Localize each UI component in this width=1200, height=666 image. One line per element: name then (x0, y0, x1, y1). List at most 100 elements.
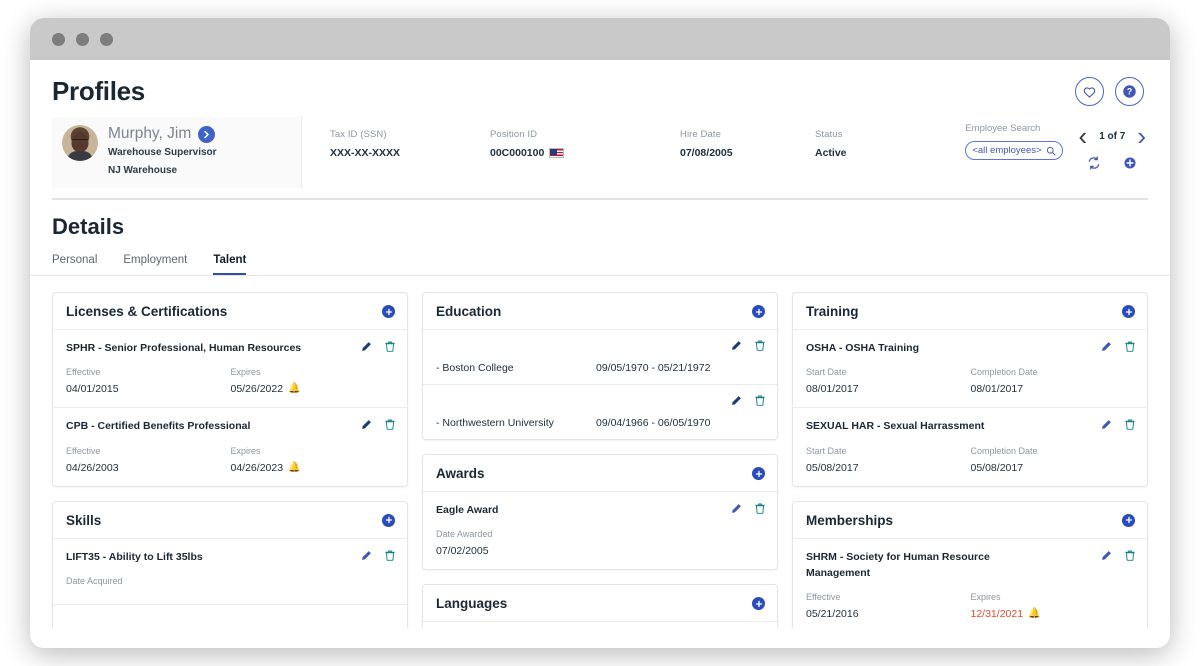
card-licenses-certifications: Licenses & Certifications SPHR - Senior … (52, 292, 408, 487)
meta-value-text: 04/01/2015 (66, 383, 119, 396)
add-skill-button[interactable] (382, 513, 395, 527)
pencil-icon[interactable] (361, 419, 372, 430)
meta-value: 04/26/2023 🔔 (231, 462, 396, 474)
field-tax-id: Tax ID (SSN) XXX-XX-XXXX (330, 129, 490, 159)
card-header: Education (423, 293, 777, 330)
column-middle: Education - Boston College 09/05/1970 - … (422, 292, 778, 628)
meta-value-text: 05/08/2017 (970, 461, 1024, 474)
app-body: Profiles ? Murphy, Jim Warehouse Supervi… (30, 60, 1170, 648)
meta-expires: Expires 05/26/2022 🔔 (231, 367, 396, 395)
plus-icon (755, 600, 762, 607)
row-actions (361, 418, 395, 431)
meta-value: 05/08/2017 (806, 462, 971, 474)
column-left: Licenses & Certifications SPHR - Senior … (52, 292, 408, 628)
tab-talent[interactable]: Talent (213, 254, 247, 275)
card-header: Licenses & Certifications (53, 293, 407, 330)
meta-label: Start Date (806, 367, 847, 378)
add-language-button[interactable] (752, 597, 765, 611)
window-maximize-dot[interactable] (100, 32, 113, 46)
employee-identity: Murphy, Jim Warehouse Supervisor NJ Ware… (108, 125, 217, 178)
meta-value-text: 04/26/2003 (66, 461, 119, 474)
pencil-icon[interactable] (1101, 419, 1112, 430)
meta-label: Completion Date (970, 445, 1038, 456)
pager-next-button[interactable]: › (1137, 123, 1146, 149)
meta-label: Effective (806, 592, 841, 603)
meta-value: 04/01/2015 (66, 383, 231, 395)
add-membership-button[interactable] (1122, 513, 1135, 527)
pencil-icon[interactable] (361, 341, 372, 352)
help-button[interactable]: ? (1115, 77, 1144, 106)
trash-icon[interactable] (755, 395, 765, 406)
add-award-button[interactable] (752, 467, 765, 480)
tab-employment[interactable]: Employment (123, 254, 187, 275)
field-hire-date: Hire Date 07/08/2005 (680, 129, 815, 159)
card-title: Licenses & Certifications (66, 304, 228, 319)
pencil-icon[interactable] (731, 503, 742, 514)
card-header: Languages (423, 585, 777, 623)
meta-label: Expires (230, 445, 261, 456)
bell-icon: 🔔 (1028, 608, 1041, 620)
pencil-icon[interactable] (361, 550, 372, 561)
employee-pager: ‹ 1 of 7 › (1079, 123, 1146, 170)
table-row: SHRM - Society for Human Resource Manage… (793, 539, 1147, 628)
meta-value-text: 12/31/2021 (970, 608, 1024, 621)
trash-icon[interactable] (755, 503, 765, 514)
avatar (62, 125, 98, 161)
card-header: Awards (423, 455, 777, 492)
trash-icon[interactable] (755, 340, 765, 351)
meta-label: Effective (66, 445, 101, 456)
us-flag-icon (549, 148, 565, 158)
meta-effective: Effective 04/01/2015 (66, 367, 231, 395)
app-window: Profiles ? Murphy, Jim Warehouse Supervi… (30, 18, 1170, 648)
table-row (423, 622, 777, 628)
meta-value: 12/31/2021 🔔 (971, 608, 1136, 620)
trash-icon[interactable] (1125, 550, 1135, 561)
pager-secondary-actions (1087, 156, 1137, 170)
meta-value: 05/26/2022 🔔 (231, 383, 396, 395)
add-circle-icon[interactable] (1123, 156, 1137, 170)
bell-icon: 🔔 (288, 383, 301, 395)
pencil-icon[interactable] (1101, 341, 1112, 352)
add-license-button[interactable] (382, 305, 395, 318)
pencil-icon[interactable] (731, 395, 742, 406)
heart-icon (1083, 86, 1096, 98)
help-icon: ? (1123, 85, 1136, 98)
trash-icon[interactable] (1125, 341, 1135, 352)
window-minimize-dot[interactable] (76, 32, 89, 46)
trash-icon[interactable] (385, 419, 395, 431)
search-input[interactable]: <all employees> (965, 141, 1063, 160)
trash-icon[interactable] (1125, 419, 1135, 431)
plus-icon (385, 308, 392, 315)
employee-card[interactable]: Murphy, Jim Warehouse Supervisor NJ Ware… (52, 117, 302, 188)
field-value: 00C000100 (490, 147, 680, 159)
svg-text:?: ? (1127, 87, 1132, 97)
meta-value: 07/02/2005 (436, 545, 601, 557)
add-training-button[interactable] (1122, 305, 1135, 318)
table-row: SEXUAL HAR - Sexual Harrassment Start Da… (793, 408, 1147, 485)
field-status: Status Active (815, 129, 945, 159)
trash-icon[interactable] (385, 341, 395, 352)
employee-location: NJ Warehouse (108, 164, 178, 176)
tab-personal[interactable]: Personal (52, 254, 97, 275)
employee-open-button[interactable] (198, 125, 216, 143)
pager-count: 1 of 7 (1099, 130, 1126, 142)
pencil-icon[interactable] (731, 340, 742, 351)
row-actions (1101, 549, 1135, 561)
table-row: CPB - Certified Benefits Professional Ef… (53, 408, 407, 485)
add-education-button[interactable] (752, 305, 765, 318)
meta-value-text: 08/01/2017 (806, 383, 859, 396)
trash-icon[interactable] (385, 550, 395, 561)
favorite-button[interactable] (1075, 77, 1104, 106)
employee-name: Murphy, Jim (108, 125, 192, 142)
row-meta: Date Acquired (66, 576, 395, 592)
meta-value-text: 05/08/2017 (806, 461, 859, 474)
field-position-id: Position ID 00C000100 (490, 129, 680, 159)
refresh-icon[interactable] (1087, 156, 1101, 170)
pager-prev-button[interactable]: ‹ (1079, 123, 1088, 149)
window-titlebar (30, 18, 1170, 60)
pencil-icon[interactable] (1101, 550, 1112, 561)
meta-effective: Effective 04/26/2003 (66, 446, 231, 474)
table-row: LIFT35 - Ability to Lift 35lbs Date Acqu… (53, 539, 407, 605)
row-title: Eagle Award (436, 504, 499, 516)
window-close-dot[interactable] (52, 32, 65, 46)
